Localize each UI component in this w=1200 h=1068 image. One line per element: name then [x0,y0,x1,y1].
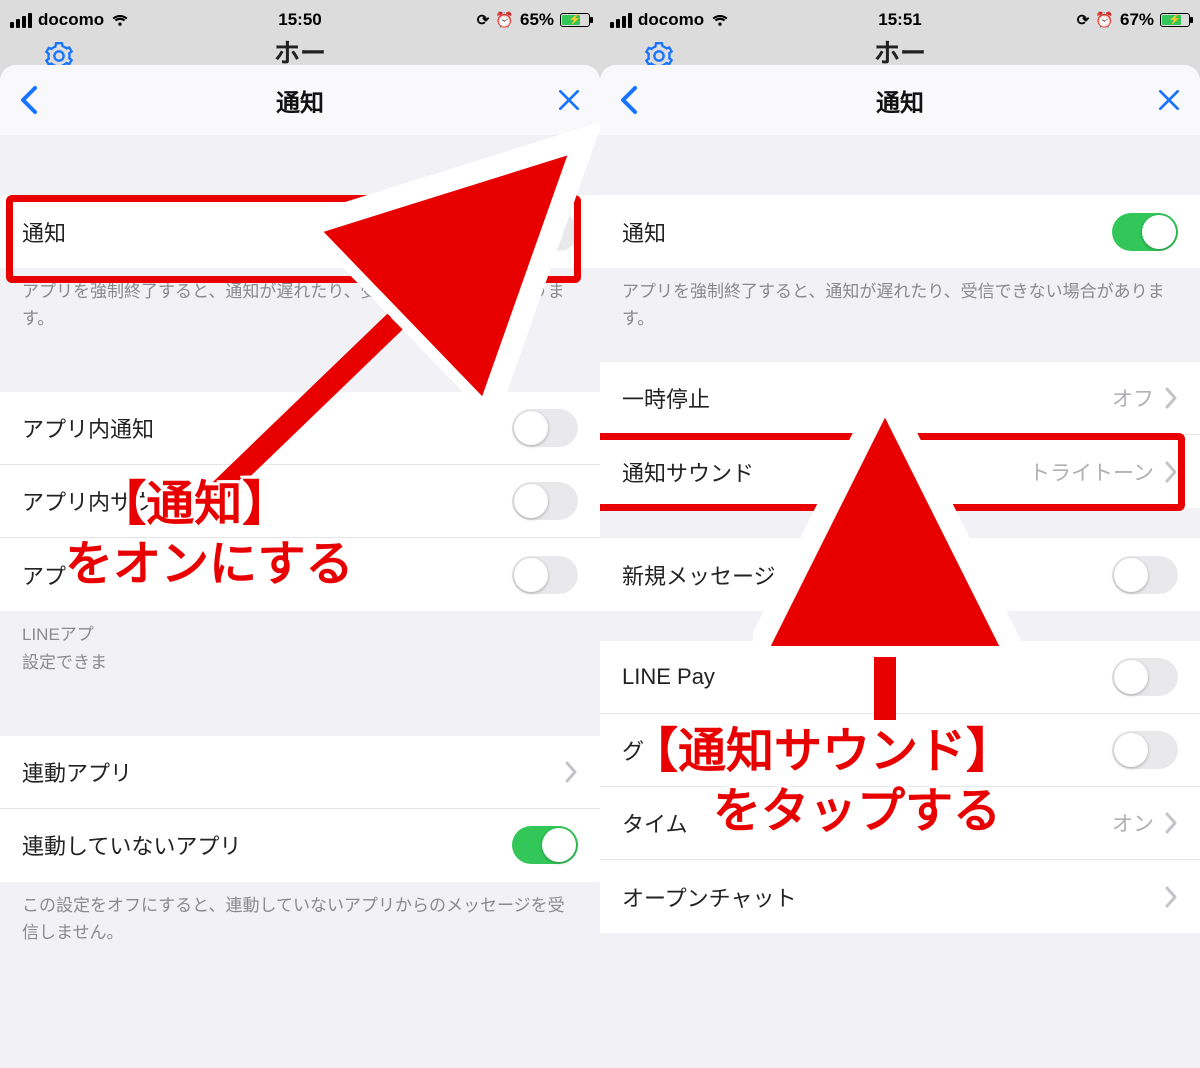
battery-icon: ⚡ [560,13,590,27]
toggle-inapp-vibe[interactable] [512,556,578,594]
row-timeline[interactable]: タイム オン [600,787,1200,860]
carrier-label: docomo [638,10,704,30]
settings-sheet: 通知 通知 アプリを強制終了すると、通知が遅れたり、受信できない場合があります。… [600,65,1200,1068]
orientation-lock-icon: ⟳ [1077,11,1090,29]
wifi-icon [110,10,130,30]
chevron-right-icon [564,761,578,783]
phone-right: docomo 15:51 ⟳ ⏰ 67% ⚡ ホー [600,0,1200,1068]
battery-pct: 65% [520,10,554,30]
row-new-msg-label: 新規メッセージ [622,559,776,591]
nav-title: 通知 [0,83,600,118]
toggle-new-msg[interactable] [1112,556,1178,594]
row-inapp-notify-label: アプリ内通知 [22,412,154,444]
carrier-label: docomo [38,10,104,30]
phone-left: docomo 15:50 ⟳ ⏰ 65% ⚡ ホー [0,0,600,1068]
row-unlinked-apps[interactable]: 連動していないアプリ [0,809,600,882]
toggle-unlinked-apps[interactable] [512,826,578,864]
row-line-pay[interactable]: LINE Pay [600,641,1200,714]
battery-pct: 67% [1120,10,1154,30]
row-sound[interactable]: 通知サウンド トライトーン [600,435,1200,508]
toggle-notify[interactable] [1112,213,1178,251]
row-inapp-vibe[interactable]: アプ [0,538,600,611]
row-inapp-sound-label: アプリ内サウンド [22,485,198,517]
signal-icon [10,13,32,28]
nav-bar: 通知 [600,65,1200,135]
row-group-label: グ [622,734,644,766]
status-time: 15:50 [278,10,321,30]
row-sound-label: 通知サウンド [622,456,754,488]
battery-icon: ⚡ [1160,13,1190,27]
row-group[interactable]: グ [600,714,1200,787]
row-inapp-sound[interactable]: アプリ内サウンド [0,465,600,538]
row-linked-apps[interactable]: 連動アプリ [0,736,600,809]
toggle-inapp-sound[interactable] [512,482,578,520]
note-force-quit: アプリを強制終了すると、通知が遅れたり、受信できない場合があります。 [600,268,1200,332]
row-timeline-label: タイム [622,807,688,839]
chevron-right-icon [1164,886,1178,908]
status-time: 15:51 [878,10,921,30]
alarm-icon: ⏰ [1095,11,1114,29]
row-linked-apps-label: 連動アプリ [22,756,132,788]
nav-title: 通知 [600,83,1200,118]
row-new-msg[interactable]: 新規メッセージ [600,538,1200,611]
chevron-right-icon [1164,387,1178,409]
toggle-notify[interactable] [512,213,578,251]
orientation-lock-icon: ⟳ [477,11,490,29]
row-notify-label: 通知 [22,216,66,248]
signal-icon [610,13,632,28]
note-unlinked: この設定をオフにすると、連動していないアプリからのメッセージを受信しません。 [0,882,600,946]
row-line-pay-label: LINE Pay [622,664,715,690]
nav-bar: 通知 [0,65,600,135]
row-inapp-notify[interactable]: アプリ内通知 [0,392,600,465]
row-unlinked-apps-label: 連動していないアプリ [22,829,241,861]
settings-sheet: 通知 通知 アプリを強制終了すると、通知が遅れたり、受信できない場合があります。 [0,65,600,1068]
toggle-inapp-notify[interactable] [512,409,578,447]
row-pause-label: 一時停止 [622,382,710,414]
row-pause-value: オフ [1112,383,1154,413]
row-pause[interactable]: 一時停止 オフ [600,362,1200,435]
row-notify[interactable]: 通知 [600,195,1200,268]
row-openchat-label: オープンチャット [622,881,796,913]
note-line-app: LINEアプ 設定できま [0,611,600,675]
chevron-right-icon [1164,812,1178,834]
toggle-group[interactable] [1112,731,1178,769]
wifi-icon [710,10,730,30]
toggle-line-pay[interactable] [1112,658,1178,696]
row-inapp-vibe-label: アプ [22,559,66,591]
row-sound-value: トライトーン [1029,457,1154,487]
row-notify[interactable]: 通知 [0,195,600,268]
row-notify-label: 通知 [622,216,666,248]
chevron-right-icon [1164,461,1178,483]
alarm-icon: ⏰ [495,11,514,29]
row-openchat[interactable]: オープンチャット [600,860,1200,933]
row-timeline-value: オン [1112,808,1154,838]
note-force-quit: アプリを強制終了すると、通知が遅れたり、受信できない場合があります。 [0,268,600,332]
